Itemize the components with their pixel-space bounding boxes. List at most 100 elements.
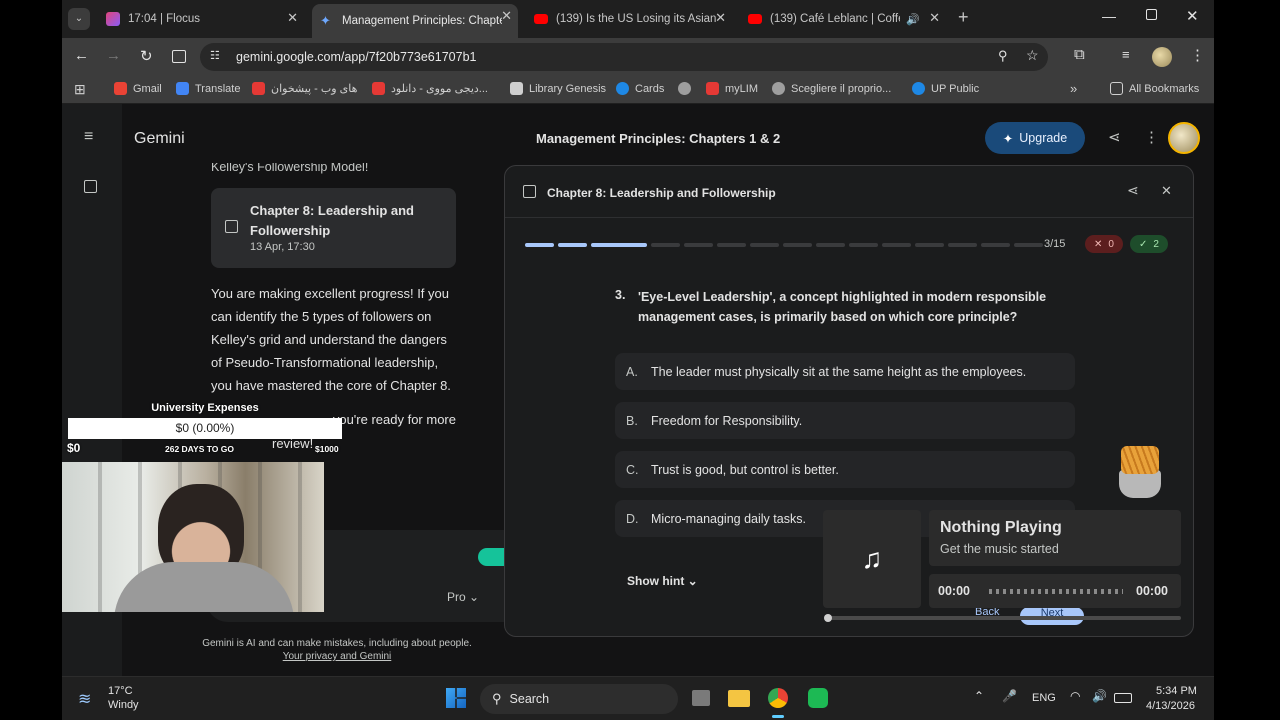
tab-search-button[interactable]: ⌄ bbox=[68, 8, 90, 30]
reload-icon[interactable]: ↻ bbox=[140, 47, 153, 65]
site-info-icon[interactable]: ☷ bbox=[210, 49, 220, 62]
option-b[interactable]: B. Freedom for Responsibility. bbox=[615, 402, 1075, 439]
minimize-button[interactable]: — bbox=[1102, 8, 1116, 24]
tab-youtube-2[interactable]: (139) Café Leblanc | Coffee 🔊 ✕ bbox=[740, 6, 946, 32]
previous-message-fragment: Kelley's Followership Model! bbox=[211, 160, 369, 174]
address-bar[interactable]: ☷ gemini.google.com/app/7f20b773e61707b1… bbox=[200, 43, 1048, 71]
forward-arrow-icon[interactable]: → bbox=[106, 47, 121, 64]
zoom-icon[interactable]: ⚲ bbox=[998, 48, 1008, 64]
close-tab-icon[interactable]: ✕ bbox=[929, 10, 940, 26]
start-button[interactable] bbox=[446, 688, 466, 708]
hamburger-menu-icon[interactable]: ≡ bbox=[84, 128, 93, 146]
weather-condition[interactable]: Windy bbox=[108, 699, 139, 711]
browser-window: ⌄ 17:04 | Flocus ✕ ✦ Management Principl… bbox=[62, 0, 1214, 720]
menu-kebab-icon[interactable]: ⋮ bbox=[1190, 46, 1205, 64]
privacy-link[interactable]: Your privacy and Gemini bbox=[177, 651, 497, 662]
restore-button[interactable] bbox=[1146, 9, 1157, 20]
media-control-icon[interactable]: ≡ bbox=[1122, 47, 1130, 62]
bookmark-cards[interactable]: Cards bbox=[616, 82, 664, 95]
tab-title: Management Principles: Chapte bbox=[342, 15, 502, 27]
search-icon: ⚲ bbox=[492, 691, 502, 706]
progress-segment bbox=[684, 243, 713, 247]
apps-grid-icon[interactable]: ⊞ bbox=[74, 81, 86, 98]
bookmark-persian-2[interactable]: دیجی مووی - دانلود... bbox=[372, 82, 488, 95]
model-selector[interactable]: Pro ⌄ bbox=[447, 590, 479, 604]
app-icon[interactable] bbox=[808, 688, 828, 708]
close-tab-icon[interactable]: ✕ bbox=[287, 10, 298, 26]
profile-avatar[interactable] bbox=[1152, 47, 1172, 67]
browser-toolbar: ← → ↻ ☷ gemini.google.com/app/7f20b773e6… bbox=[62, 38, 1214, 76]
file-explorer-icon[interactable] bbox=[728, 690, 750, 707]
wifi-icon[interactable]: ◠ bbox=[1070, 689, 1080, 703]
close-panel-icon[interactable]: ✕ bbox=[1161, 183, 1172, 199]
tab-youtube-1[interactable]: (139) Is the US Losing its Asian ✕ bbox=[526, 6, 732, 32]
seek-thumb[interactable] bbox=[824, 614, 832, 622]
more-options-icon[interactable]: ⋮ bbox=[1144, 128, 1159, 146]
quiz-card[interactable]: Chapter 8: Leadership and Followership 1… bbox=[211, 188, 456, 268]
bookmark-libgen[interactable]: Library Genesis bbox=[510, 82, 606, 95]
quiz-progress-bar bbox=[525, 243, 1043, 247]
bookmark-star-icon[interactable]: ☆ bbox=[1026, 47, 1039, 64]
progress-segment bbox=[783, 243, 812, 247]
seek-slider[interactable] bbox=[824, 614, 1181, 622]
bookmark-gmail[interactable]: Gmail bbox=[114, 82, 162, 95]
fries-sticker bbox=[1115, 444, 1165, 500]
battery-icon[interactable] bbox=[1114, 693, 1132, 703]
seek-track[interactable] bbox=[989, 589, 1123, 594]
tab-gemini[interactable]: ✦ Management Principles: Chapte ✕ bbox=[312, 4, 518, 38]
tab-flocus[interactable]: 17:04 | Flocus ✕ bbox=[98, 6, 304, 32]
new-tab-button[interactable]: + bbox=[958, 7, 969, 28]
album-art: ♫ bbox=[823, 510, 921, 608]
progress-segment bbox=[915, 243, 944, 247]
upgrade-button[interactable]: ✦ Upgrade bbox=[985, 122, 1085, 154]
progress-segment bbox=[981, 243, 1010, 247]
show-hint-button[interactable]: Show hint ⌄ bbox=[627, 574, 698, 588]
bookmark-up-public[interactable]: UP Public bbox=[912, 82, 979, 95]
share-icon[interactable]: ⋖ bbox=[1127, 182, 1139, 199]
account-avatar[interactable] bbox=[1168, 122, 1200, 154]
option-c[interactable]: C. Trust is good, but control is better. bbox=[615, 451, 1075, 488]
site-icon bbox=[372, 82, 385, 95]
option-a[interactable]: A. The leader must physically sit at the … bbox=[615, 353, 1075, 390]
close-window-button[interactable]: ✕ bbox=[1186, 7, 1199, 25]
back-arrow-icon[interactable]: ← bbox=[74, 47, 89, 64]
chat-title[interactable]: Management Principles: Chapters 1 & 2 bbox=[536, 131, 780, 146]
quiz-card-date: 13 Apr, 17:30 bbox=[250, 241, 315, 253]
new-chat-icon[interactable] bbox=[84, 180, 97, 193]
cards-icon bbox=[616, 82, 629, 95]
microphone-tray-icon[interactable]: 🎤 bbox=[1002, 689, 1017, 703]
bookmark-globe[interactable] bbox=[678, 82, 697, 95]
show-hidden-icons[interactable]: ⌃ bbox=[974, 689, 984, 703]
share-icon[interactable]: ⋖ bbox=[1108, 128, 1121, 146]
mylim-icon bbox=[706, 82, 719, 95]
volume-icon[interactable]: 🔊 bbox=[1092, 689, 1107, 703]
music-player: ♫ Nothing Playing Get the music started … bbox=[823, 510, 1183, 626]
bookmark-label: UP Public bbox=[931, 82, 980, 95]
bookmark-mylim[interactable]: myLIM bbox=[706, 82, 758, 95]
app-name[interactable]: Gemini bbox=[134, 130, 185, 148]
more-bookmarks-icon[interactable]: » bbox=[1070, 81, 1077, 96]
split-view-icon[interactable] bbox=[172, 50, 186, 63]
chrome-icon[interactable] bbox=[768, 688, 788, 708]
right-count: 2 bbox=[1153, 238, 1159, 250]
bookmark-translate[interactable]: Translate bbox=[176, 82, 240, 95]
taskbar-search[interactable]: ⚲ Search bbox=[480, 684, 678, 714]
task-view-icon[interactable] bbox=[692, 690, 710, 706]
bookmark-scegliere[interactable]: Scegliere il proprio... bbox=[772, 82, 891, 95]
progress-segment bbox=[750, 243, 779, 247]
widget-days: 262 DAYS TO GO bbox=[165, 444, 234, 454]
clock-date[interactable]: 4/13/2026 bbox=[1146, 700, 1195, 712]
weather-temp[interactable]: 17°C bbox=[108, 685, 133, 697]
webcam-overlay bbox=[62, 462, 324, 612]
all-bookmarks[interactable]: All Bookmarks bbox=[1110, 82, 1199, 95]
close-tab-icon[interactable]: ✕ bbox=[501, 8, 512, 24]
extensions-icon[interactable]: ⧉ bbox=[1074, 46, 1085, 63]
sparkle-icon: ✦ bbox=[1002, 131, 1014, 146]
clock-time[interactable]: 5:34 PM bbox=[1156, 685, 1197, 697]
right-count-badge: ✓ 2 bbox=[1130, 235, 1168, 253]
divider bbox=[505, 217, 1193, 218]
language-indicator[interactable]: ENG bbox=[1032, 692, 1056, 704]
bookmark-persian-1[interactable]: های وب - پیشخوان bbox=[252, 82, 357, 95]
close-tab-icon[interactable]: ✕ bbox=[715, 10, 726, 26]
option-letter: C. bbox=[626, 462, 639, 477]
